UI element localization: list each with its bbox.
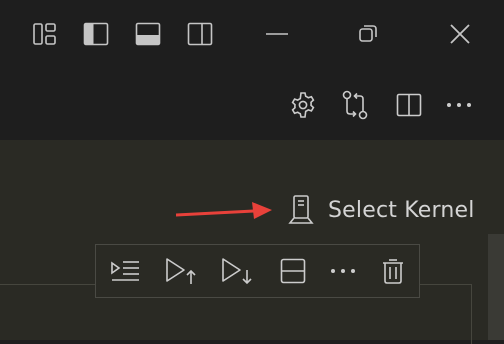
toggle-primary-sidebar-icon[interactable] xyxy=(78,16,114,52)
server-environment-icon xyxy=(286,194,316,226)
execute-cell-and-below-icon[interactable] xyxy=(212,251,262,291)
compare-changes-icon[interactable] xyxy=(337,87,373,123)
delete-cell-icon[interactable] xyxy=(368,251,418,291)
settings-gear-icon[interactable] xyxy=(285,87,321,123)
annotation-arrow xyxy=(176,201,274,227)
restore-icon[interactable] xyxy=(350,16,386,52)
editor-actions-bar xyxy=(0,70,504,140)
select-kernel-button[interactable]: Select Kernel xyxy=(286,192,475,228)
title-bar xyxy=(0,0,504,70)
more-actions-icon[interactable] xyxy=(441,87,477,123)
scrollbar[interactable] xyxy=(488,234,504,340)
close-icon[interactable] xyxy=(442,16,478,52)
select-kernel-label: Select Kernel xyxy=(328,197,475,223)
toggle-secondary-sidebar-icon[interactable] xyxy=(182,16,218,52)
split-cell-icon[interactable] xyxy=(268,251,318,291)
execute-cell-and-above-icon[interactable] xyxy=(156,251,206,291)
cell-toolbar xyxy=(95,244,420,298)
minimize-icon[interactable] xyxy=(259,16,295,52)
toggle-panel-icon[interactable] xyxy=(130,16,166,52)
more-icon[interactable] xyxy=(318,251,368,291)
execute-above-cells-icon[interactable] xyxy=(100,251,150,291)
notebook-editor: Select Kernel xyxy=(0,140,504,344)
split-editor-icon[interactable] xyxy=(391,87,427,123)
customize-layout-icon[interactable] xyxy=(27,16,63,52)
